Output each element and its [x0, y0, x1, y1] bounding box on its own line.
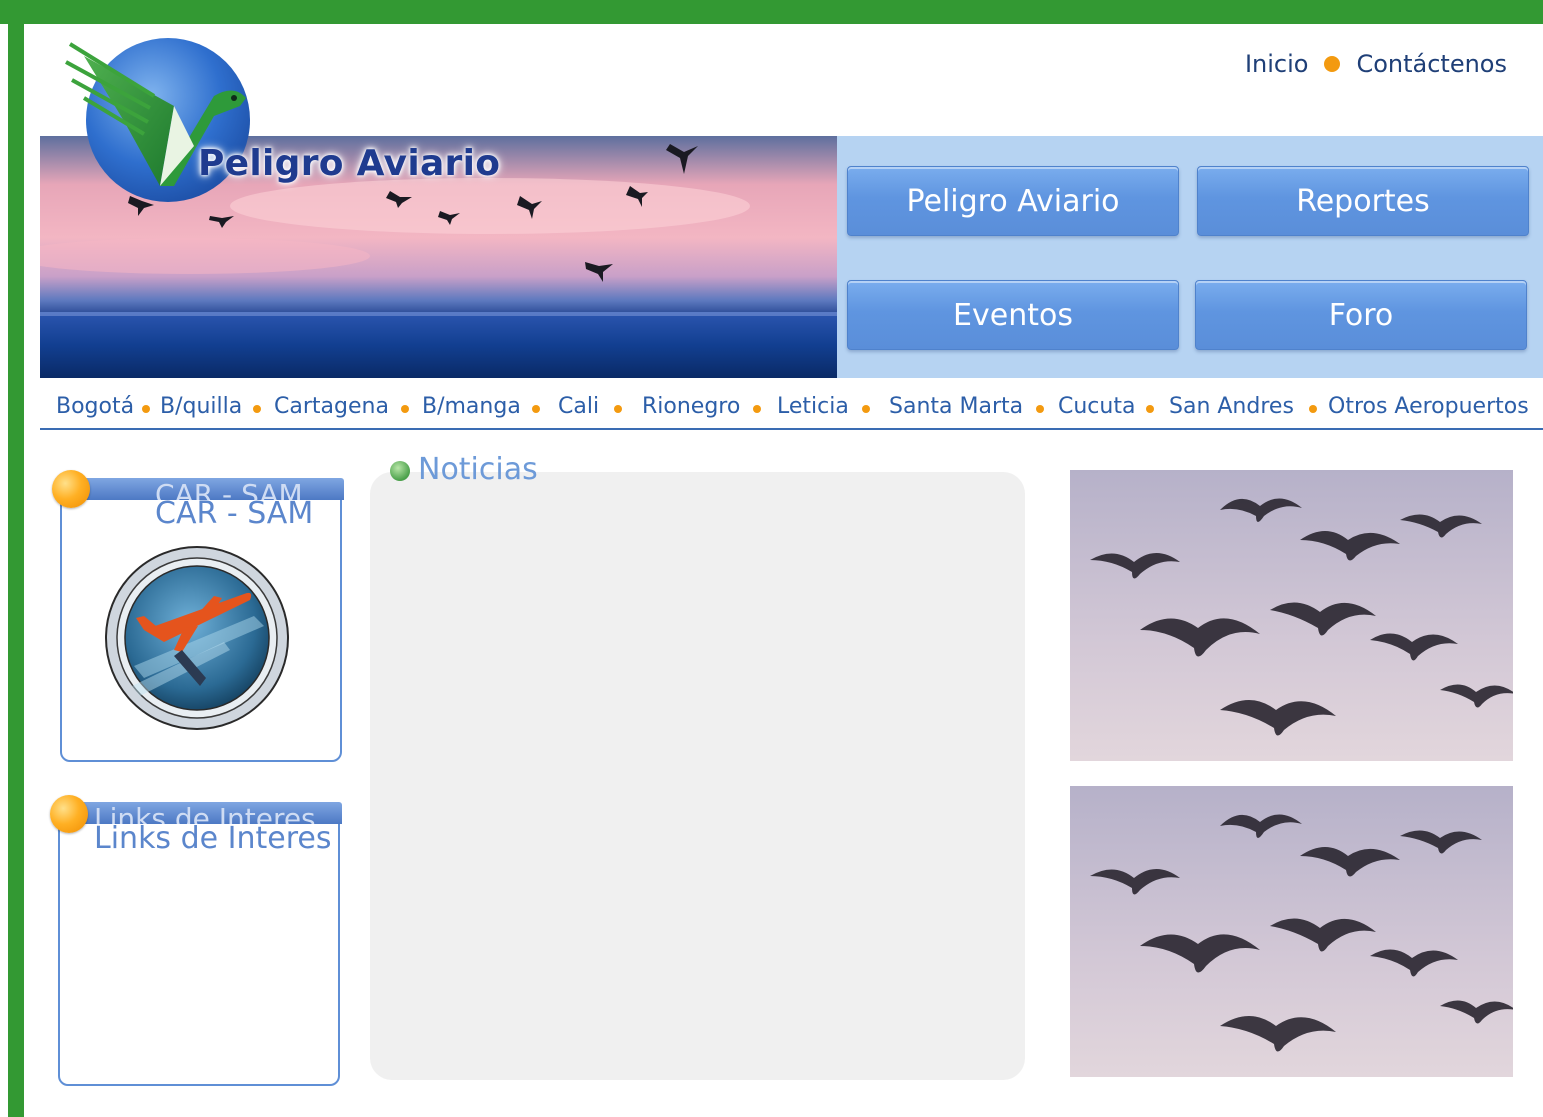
green-bullet-icon — [390, 461, 410, 481]
car-sam-title[interactable]: CAR - SAM — [155, 496, 313, 531]
airport-link-leticia[interactable]: Leticia — [777, 394, 849, 419]
airport-link-santa-marta[interactable]: Santa Marta — [889, 394, 1023, 419]
orange-bullet-icon — [52, 470, 90, 508]
nav-button-reportes[interactable]: Reportes — [1197, 166, 1529, 236]
separator-dot — [532, 405, 540, 413]
frame-border-left — [8, 0, 24, 1117]
separator-dot — [753, 405, 761, 413]
nav-button-foro[interactable]: Foro — [1195, 280, 1527, 350]
airport-link-otros-aeropuertos[interactable]: Otros Aeropuertos — [1328, 394, 1529, 419]
airport-link-cartagena[interactable]: Cartagena — [274, 394, 389, 419]
airport-link-cali[interactable]: Cali — [558, 394, 599, 419]
separator-dot — [1309, 405, 1317, 413]
nav-button-eventos[interactable]: Eventos — [847, 280, 1179, 350]
link-contactenos[interactable]: Contáctenos — [1356, 50, 1507, 78]
separator-dot — [401, 405, 409, 413]
frame-border-top — [0, 0, 1543, 24]
separator-dot — [1146, 405, 1154, 413]
page-margin — [0, 0, 8, 1117]
birds-photo — [1070, 786, 1513, 1077]
separator-dot — [1324, 56, 1341, 72]
airport-links: Bogotá B/quilla Cartagena B/manga Cali R… — [40, 390, 1543, 430]
separator-dot — [253, 405, 261, 413]
nav-button-peligro-aviario[interactable]: Peligro Aviario — [847, 166, 1179, 236]
airport-link-rionegro[interactable]: Rionegro — [642, 394, 740, 419]
separator-dot — [1036, 405, 1044, 413]
airport-link-cucuta[interactable]: Cucuta — [1058, 394, 1135, 419]
top-links: Inicio Contáctenos — [1245, 50, 1507, 78]
separator-dot — [614, 405, 622, 413]
airport-link-bquilla[interactable]: B/quilla — [160, 394, 242, 419]
birds-photo — [1070, 470, 1513, 761]
flying-birds-image — [1070, 786, 1513, 1077]
car-sam-airplane-seal-icon[interactable] — [104, 546, 290, 730]
news-title: Noticias — [418, 452, 538, 487]
orange-bullet-icon — [50, 795, 88, 833]
logo-title: Peligro Aviario — [198, 143, 501, 184]
separator-dot — [142, 405, 150, 413]
news-panel — [370, 472, 1025, 1080]
flying-birds-image — [1070, 470, 1513, 761]
link-inicio[interactable]: Inicio — [1245, 50, 1309, 78]
airport-link-bmanga[interactable]: B/manga — [422, 394, 521, 419]
airport-link-san-andres[interactable]: San Andres — [1169, 394, 1294, 419]
links-title[interactable]: Links de Interes — [94, 821, 331, 856]
airport-link-bogota[interactable]: Bogotá — [56, 394, 134, 419]
nav-button-panel: Peligro Aviario Reportes Eventos Foro — [837, 136, 1543, 378]
separator-dot — [862, 405, 870, 413]
